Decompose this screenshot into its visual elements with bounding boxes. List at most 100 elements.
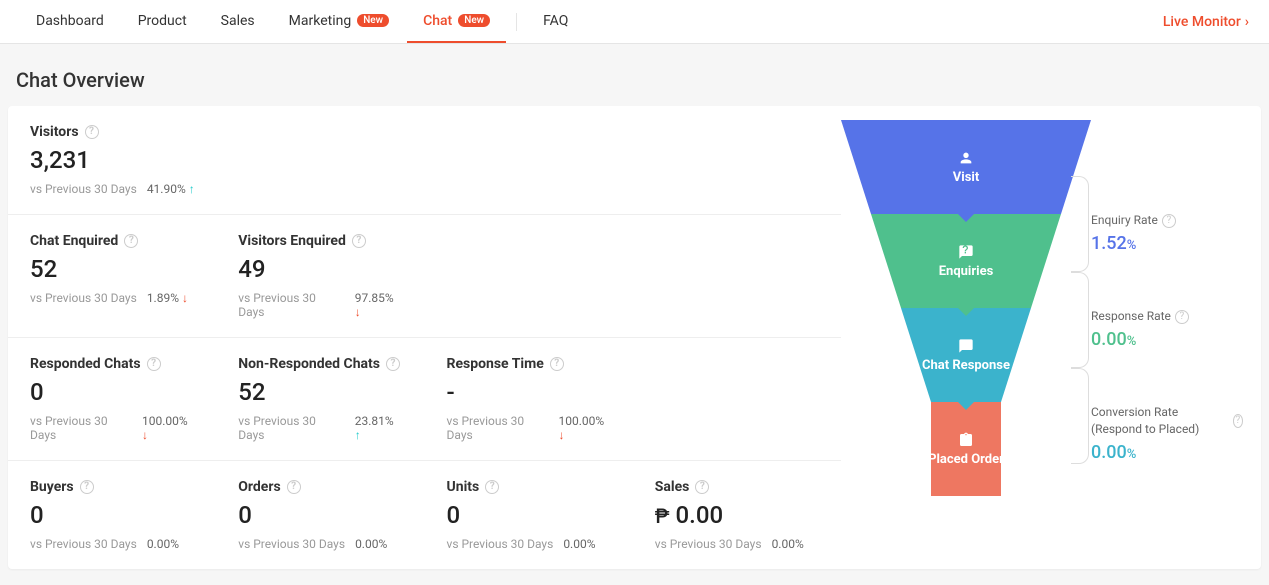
info-icon[interactable]: ? <box>386 357 400 371</box>
metric-units[interactable]: Units? 0 vs Previous 30 Days 0.00% <box>425 461 633 569</box>
tab-faq[interactable]: FAQ <box>527 1 584 43</box>
metric-label: Response Time <box>447 356 544 372</box>
rate-pct: % <box>1127 334 1137 349</box>
metric-label: Units <box>447 479 480 495</box>
rate-label: Response Rate <box>1091 308 1171 325</box>
info-icon[interactable]: ? <box>695 480 709 494</box>
tab-label: FAQ <box>543 13 568 29</box>
rate-label: Conversion Rate (Respond to Placed) <box>1091 404 1229 438</box>
funnel-step-enquiries: Enquiries <box>841 214 1091 308</box>
tab-label: Product <box>138 13 187 29</box>
metric-delta: 41.90% <box>147 182 186 196</box>
metric-value: 52 <box>238 378 402 406</box>
top-nav: Dashboard Product Sales Marketing New Ch… <box>20 1 1163 43</box>
metric-delta: 0.00% <box>772 537 804 551</box>
compare-label: vs Previous 30 Days <box>30 291 137 305</box>
compare-label: vs Previous 30 Days <box>30 414 132 442</box>
tab-chat[interactable]: Chat New <box>407 1 506 43</box>
rate-value: 1.52 <box>1091 233 1127 254</box>
info-icon[interactable]: ? <box>147 357 161 371</box>
rate-label: Enquiry Rate <box>1091 212 1158 229</box>
info-icon[interactable]: ? <box>1233 414 1243 428</box>
metric-visitors-enquired[interactable]: Visitors Enquired? 49 vs Previous 30 Day… <box>216 215 424 337</box>
metric-value: - <box>447 378 611 406</box>
clipboard-icon <box>958 432 974 448</box>
metric-sales[interactable]: Sales? ₱ 0.00 vs Previous 30 Days0.00% <box>633 461 841 569</box>
metric-label: Orders <box>238 479 280 495</box>
metric-orders[interactable]: Orders? 0 vs Previous 30 Days0.00% <box>216 461 424 569</box>
arrow-down-icon: ↓ <box>182 291 188 305</box>
metric-chat-enquired[interactable]: Chat Enquired? 52 vs Previous 30 Days1.8… <box>8 215 216 337</box>
rate-value: 0.00 <box>1091 329 1127 350</box>
info-icon[interactable]: ? <box>1175 310 1189 324</box>
tab-label: Sales <box>221 13 255 29</box>
compare-label: vs Previous 30 Days <box>447 414 549 442</box>
chevron-right-icon: › <box>1245 14 1249 30</box>
tab-marketing[interactable]: Marketing New <box>273 1 405 43</box>
metric-value: 0 <box>30 501 194 529</box>
metric-value: 49 <box>238 255 402 283</box>
metric-label: Sales <box>655 479 690 495</box>
compare-label: vs Previous 30 Days <box>30 537 137 551</box>
funnel-rates: Enquiry Rate ? 1.52% Response Rate ? 0.0… <box>1091 106 1261 569</box>
info-icon[interactable]: ? <box>124 234 138 248</box>
funnel-label: Enquiries <box>939 264 994 279</box>
rate-pct: % <box>1127 238 1137 253</box>
funnel-step-placed-order: Placed Order <box>841 402 1091 496</box>
badge-new: New <box>357 14 389 27</box>
metric-value: 0 <box>30 378 194 406</box>
metric-delta: 100.00% <box>142 414 188 428</box>
metric-label: Visitors <box>30 124 79 140</box>
info-icon[interactable]: ? <box>550 357 564 371</box>
info-icon[interactable]: ? <box>352 234 366 248</box>
rate-response: Response Rate ? 0.00% <box>1091 308 1243 350</box>
metric-response-time[interactable]: Response Time? - vs Previous 30 Days 100.… <box>425 338 633 460</box>
compare-label: vs Previous 30 Days <box>655 537 762 551</box>
metric-value: 0 <box>238 501 402 529</box>
metric-value: 52 <box>30 255 194 283</box>
chat-question-icon <box>958 244 974 260</box>
arrow-down-icon: ↓ <box>559 428 565 442</box>
tab-label: Marketing <box>289 13 352 29</box>
metric-label: Chat Enquired <box>30 233 118 249</box>
info-icon[interactable]: ? <box>287 480 301 494</box>
info-icon[interactable]: ? <box>80 480 94 494</box>
live-monitor-label: Live Monitor <box>1163 14 1241 30</box>
arrow-down-icon: ↓ <box>142 428 148 442</box>
metric-label: Buyers <box>30 479 74 495</box>
arrow-up-icon: ↑ <box>355 428 361 442</box>
compare-label: vs Previous 30 Days <box>447 537 554 551</box>
metric-value: 0 <box>447 501 611 529</box>
metric-delta: 97.85% <box>355 291 394 305</box>
funnel-chart: Visit Enquiries Chat Response Placed Ord… <box>841 106 1091 569</box>
arrow-up-icon: ↑ <box>189 182 195 196</box>
rate-pct: % <box>1127 447 1137 462</box>
chat-icon <box>958 338 974 354</box>
compare-label: vs Previous 30 Days <box>238 414 344 442</box>
funnel-label: Chat Response <box>922 358 1010 373</box>
metric-delta: 0.00% <box>563 537 595 551</box>
metric-delta: 23.81% <box>355 414 394 428</box>
metric-delta: 0.00% <box>147 537 179 551</box>
metric-delta: 0.00% <box>355 537 387 551</box>
metric-delta: 100.00% <box>559 414 605 428</box>
live-monitor-link[interactable]: Live Monitor › <box>1163 14 1249 30</box>
metric-responded-chats[interactable]: Responded Chats? 0 vs Previous 30 Days10… <box>8 338 216 460</box>
compare-label: vs Previous 30 Days <box>30 182 137 196</box>
funnel-step-chat-response: Chat Response <box>841 308 1091 402</box>
info-icon[interactable]: ? <box>485 480 499 494</box>
tab-product[interactable]: Product <box>122 1 203 43</box>
metric-buyers[interactable]: Buyers? 0 vs Previous 30 Days 0.00% <box>8 461 216 569</box>
tab-dashboard[interactable]: Dashboard <box>20 1 120 43</box>
metric-label: Non-Responded Chats <box>238 356 380 372</box>
tab-label: Dashboard <box>36 13 104 29</box>
funnel-step-visit: Visit <box>841 120 1091 214</box>
nav-separator <box>516 13 517 31</box>
metric-nonresponded-chats[interactable]: Non-Responded Chats? 52 vs Previous 30 D… <box>216 338 424 460</box>
info-icon[interactable]: ? <box>1162 214 1176 228</box>
metric-visitors[interactable]: Visitors? 3,231 vs Previous 30 Days41.90… <box>8 106 841 214</box>
tab-sales[interactable]: Sales <box>205 1 271 43</box>
currency-symbol: ₱ <box>655 504 670 528</box>
info-icon[interactable]: ? <box>85 125 99 139</box>
rate-conversion: Conversion Rate (Respond to Placed) ? 0.… <box>1091 404 1243 463</box>
